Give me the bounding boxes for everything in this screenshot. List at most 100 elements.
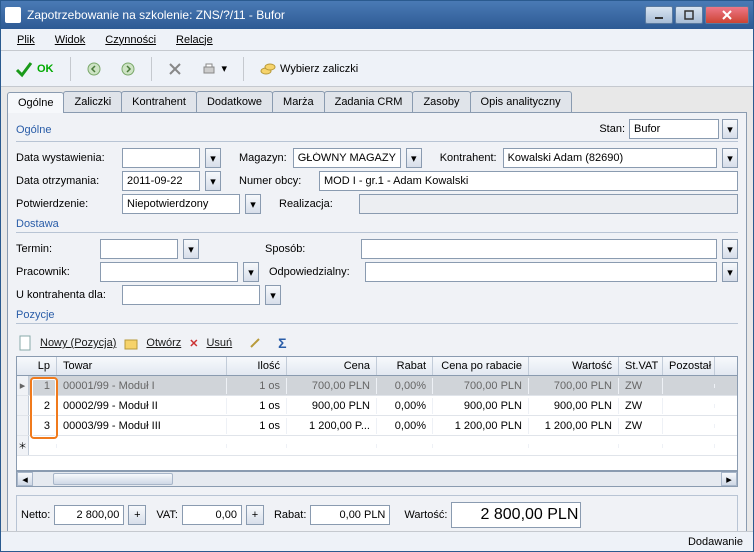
data-wyst-dropdown[interactable]: ▾ — [205, 148, 221, 168]
stan-label: Stan: — [599, 123, 625, 135]
tab-zasoby[interactable]: Zasoby — [412, 91, 470, 112]
pozycje-grid[interactable]: Lp Towar Ilość Cena Rabat Cena po rabaci… — [16, 356, 738, 471]
tab-zadania-crm[interactable]: Zadania CRM — [324, 91, 414, 112]
nav-fwd-button[interactable] — [113, 58, 143, 80]
data-wyst-input[interactable] — [122, 148, 200, 168]
stan-select[interactable] — [629, 119, 719, 139]
rabat-input[interactable] — [310, 505, 390, 525]
stan-dropdown-button[interactable]: ▾ — [722, 119, 738, 139]
data-otrz-dropdown[interactable]: ▾ — [205, 171, 221, 191]
col-ilosc[interactable]: Ilość — [227, 357, 287, 375]
menu-relacje[interactable]: Relacje — [168, 32, 221, 48]
delete-icon: ✕ — [189, 337, 198, 350]
print-button[interactable]: ▾ — [194, 58, 236, 80]
close-button[interactable] — [705, 6, 749, 24]
usun-button[interactable]: Usuń — [206, 337, 232, 349]
cell-lp: 2 — [29, 398, 57, 414]
menu-widok[interactable]: Widok — [47, 32, 94, 48]
nowy-pozycja-button[interactable]: Nowy (Pozycja) — [40, 337, 116, 349]
maximize-button[interactable] — [675, 6, 703, 24]
odpowiedzialny-label: Odpowiedzialny: — [269, 266, 359, 278]
odpowiedzialny-input[interactable] — [365, 262, 717, 282]
cell-ilosc: 1 os — [227, 418, 287, 434]
col-cenar[interactable]: Cena po rabacie — [433, 357, 529, 375]
cell-rabat: 0,00% — [377, 418, 433, 434]
col-wartosc[interactable]: Wartość — [529, 357, 619, 375]
odpowiedzialny-dropdown[interactable]: ▾ — [722, 262, 738, 282]
menu-czynnosci[interactable]: Czynności — [97, 32, 164, 48]
tab-marza[interactable]: Marża — [272, 91, 325, 112]
potwierdzenie-label: Potwierdzenie: — [16, 198, 116, 210]
col-rabat[interactable]: Rabat — [377, 357, 433, 375]
wybierz-zaliczki-label: Wybierz zaliczki — [280, 63, 358, 75]
cell-cenar: 900,00 PLN — [433, 398, 529, 414]
menu-plik[interactable]: Plik — [9, 32, 43, 48]
termin-dropdown[interactable]: ▾ — [183, 239, 199, 259]
otworz-button[interactable]: Otwórz — [146, 337, 181, 349]
netto-plus-button[interactable]: + — [128, 505, 146, 525]
table-row[interactable]: ▸ 1 00001/99 - Moduł I 1 os 700,00 PLN 0… — [17, 376, 737, 396]
cell-wartosc: 700,00 PLN — [529, 378, 619, 394]
cell-towar: 00002/99 - Moduł II — [57, 398, 227, 414]
vat-plus-button[interactable]: + — [246, 505, 264, 525]
window-title: Zapotrzebowanie na szkolenie: ZNS/?/11 -… — [27, 8, 645, 22]
table-row[interactable]: 2 00002/99 - Moduł II 1 os 900,00 PLN 0,… — [17, 396, 737, 416]
potwierdzenie-dropdown[interactable]: ▾ — [245, 194, 261, 214]
pracownik-input[interactable] — [100, 262, 238, 282]
wybierz-zaliczki-button[interactable]: Wybierz zaliczki — [252, 58, 366, 80]
kontrahent-dropdown[interactable]: ▾ — [722, 148, 738, 168]
row-marker — [17, 416, 29, 435]
print-icon — [202, 62, 216, 76]
minimize-button[interactable] — [645, 6, 673, 24]
vat-input[interactable] — [182, 505, 242, 525]
termin-input[interactable] — [100, 239, 178, 259]
scroll-left-button[interactable]: ◂ — [17, 472, 33, 486]
tab-ogolne[interactable]: Ogólne — [7, 92, 64, 113]
chevron-down-icon: ▾ — [222, 62, 228, 75]
scroll-right-button[interactable]: ▸ — [721, 472, 737, 486]
table-row[interactable]: 3 00003/99 - Moduł III 1 os 1 200,00 P..… — [17, 416, 737, 436]
sposob-input[interactable] — [361, 239, 717, 259]
row-current-marker: ▸ — [17, 376, 29, 395]
ukontr-input[interactable] — [122, 285, 260, 305]
tools-button[interactable] — [160, 58, 190, 80]
tab-zaliczki[interactable]: Zaliczki — [63, 91, 122, 112]
scroll-thumb[interactable] — [53, 473, 173, 485]
col-stvat[interactable]: St.VAT — [619, 357, 663, 375]
tab-kontrahent[interactable]: Kontrahent — [121, 91, 197, 112]
ok-button[interactable]: OK — [7, 56, 62, 82]
magazyn-dropdown[interactable]: ▾ — [406, 148, 422, 168]
col-cena[interactable]: Cena — [287, 357, 377, 375]
cell-ilosc: 1 os — [227, 398, 287, 414]
table-row-new[interactable]: ＊ — [17, 436, 737, 456]
pracownik-dropdown[interactable]: ▾ — [243, 262, 259, 282]
col-lp[interactable]: Lp — [29, 357, 57, 375]
col-pozostalo[interactable]: Pozostał — [663, 357, 715, 375]
data-otrz-input[interactable] — [122, 171, 200, 191]
app-icon — [5, 7, 21, 23]
cell-towar: 00003/99 - Moduł III — [57, 418, 227, 434]
nav-back-button[interactable] — [79, 58, 109, 80]
tab-opis[interactable]: Opis analityczny — [470, 91, 572, 112]
section-dostawa-label: Dostawa — [16, 218, 738, 230]
tab-dodatkowe[interactable]: Dodatkowe — [196, 91, 273, 112]
edit-icon[interactable] — [248, 336, 262, 350]
numer-obcy-input[interactable] — [319, 171, 738, 191]
potwierdzenie-input[interactable] — [122, 194, 240, 214]
numer-obcy-label: Numer obcy: — [239, 175, 313, 187]
sposob-dropdown[interactable]: ▾ — [722, 239, 738, 259]
sum-icon[interactable]: Σ — [278, 335, 286, 351]
open-icon — [124, 336, 138, 350]
cell-stvat: ZW — [619, 418, 663, 434]
vat-label: VAT: — [156, 509, 178, 521]
data-wyst-label: Data wystawienia: — [16, 152, 116, 164]
horizontal-scrollbar[interactable]: ◂ ▸ — [16, 471, 738, 487]
cell-ilosc: 1 os — [227, 378, 287, 394]
kontrahent-input[interactable] — [503, 148, 717, 168]
ukontr-dropdown[interactable]: ▾ — [265, 285, 281, 305]
check-icon — [15, 60, 33, 78]
col-towar[interactable]: Towar — [57, 357, 227, 375]
magazyn-input[interactable] — [293, 148, 401, 168]
arrow-left-icon — [87, 62, 101, 76]
netto-input[interactable] — [54, 505, 124, 525]
